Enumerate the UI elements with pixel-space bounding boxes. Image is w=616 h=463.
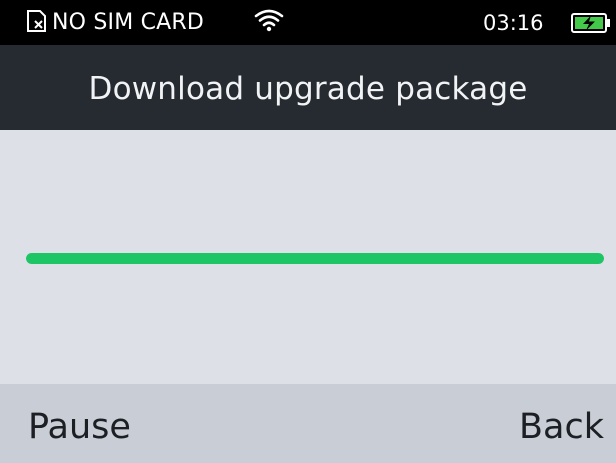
pause-button[interactable]: Pause [28,407,131,447]
sim-status-text: NO SIM CARD [52,10,205,35]
no-sim-icon [27,10,46,32]
battery-charging-icon [571,13,610,33]
softkey-bar: Pause Back [0,384,616,463]
back-button[interactable]: Back [519,407,604,447]
wifi-icon [254,9,284,32]
download-progress-bar [26,253,604,264]
clock: 03:16 [483,11,544,35]
status-bar: NO SIM CARD 03:16 [0,0,616,45]
page-title: Download upgrade package [88,71,528,107]
download-progress-fill [26,253,604,264]
content-area [0,130,616,384]
title-bar: Download upgrade package [0,45,616,130]
phone-screen: NO SIM CARD 03:16 Download upgrade packa… [0,0,616,463]
